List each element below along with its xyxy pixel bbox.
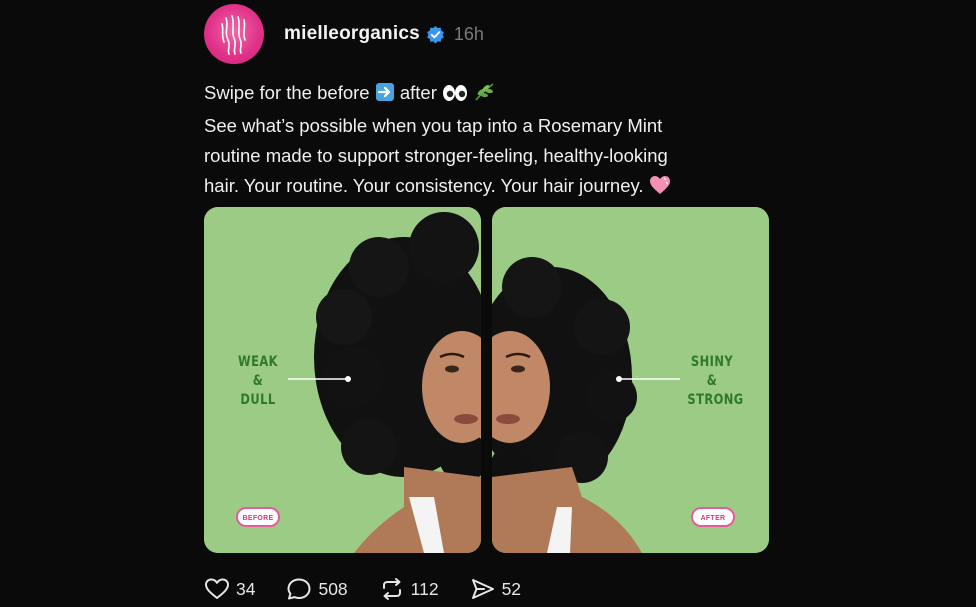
caption-line-2: See what’s possible when you tap into a … [204,115,663,136]
like-count: 34 [236,578,256,599]
caption-line-4: hair. Your routine. Your consistency. Yo… [204,171,794,204]
post-actions: 34 508 112 52 [204,574,552,604]
before-tag: BEFORE [236,507,280,527]
heart-emoji-icon [649,174,671,204]
eyes-emoji-icon [442,81,468,111]
after-image[interactable]: SHINY & STRONG AFTER [492,207,769,553]
brand-logo-icon [221,15,246,55]
heart-icon [205,578,229,599]
caption-line-1: Swipe for the before after [204,78,794,111]
comment-button[interactable]: 508 [286,577,348,601]
send-icon [471,579,494,599]
before-image[interactable]: WEAK & DULL BEFORE [204,207,481,553]
post-caption: Swipe for the before after See what’s po… [204,78,794,204]
herb-emoji-icon [473,81,495,111]
after-label: SHINY & STRONG [687,354,744,408]
post-header: mielleorganics 16h [204,4,484,64]
after-tag: AFTER [691,507,735,527]
verified-badge-icon [426,25,444,44]
repost-count: 112 [410,578,439,599]
repost-button[interactable]: 112 [379,577,439,601]
post-timestamp: 16h [453,23,484,44]
arrow-right-emoji-icon [375,81,395,111]
share-count: 52 [501,578,522,599]
repost-icon [382,578,401,600]
avatar[interactable] [204,4,264,64]
comment-count: 508 [318,578,348,599]
share-button[interactable]: 52 [470,577,521,601]
comment-icon [287,578,311,600]
username[interactable]: mielleorganics [284,23,420,45]
threads-post: mielleorganics 16h Swipe for the before … [0,0,976,607]
caption-line-3: routine made to support stronger-feeling… [204,145,668,166]
like-button[interactable]: 34 [204,577,255,601]
before-label: WEAK & DULL [238,354,278,408]
